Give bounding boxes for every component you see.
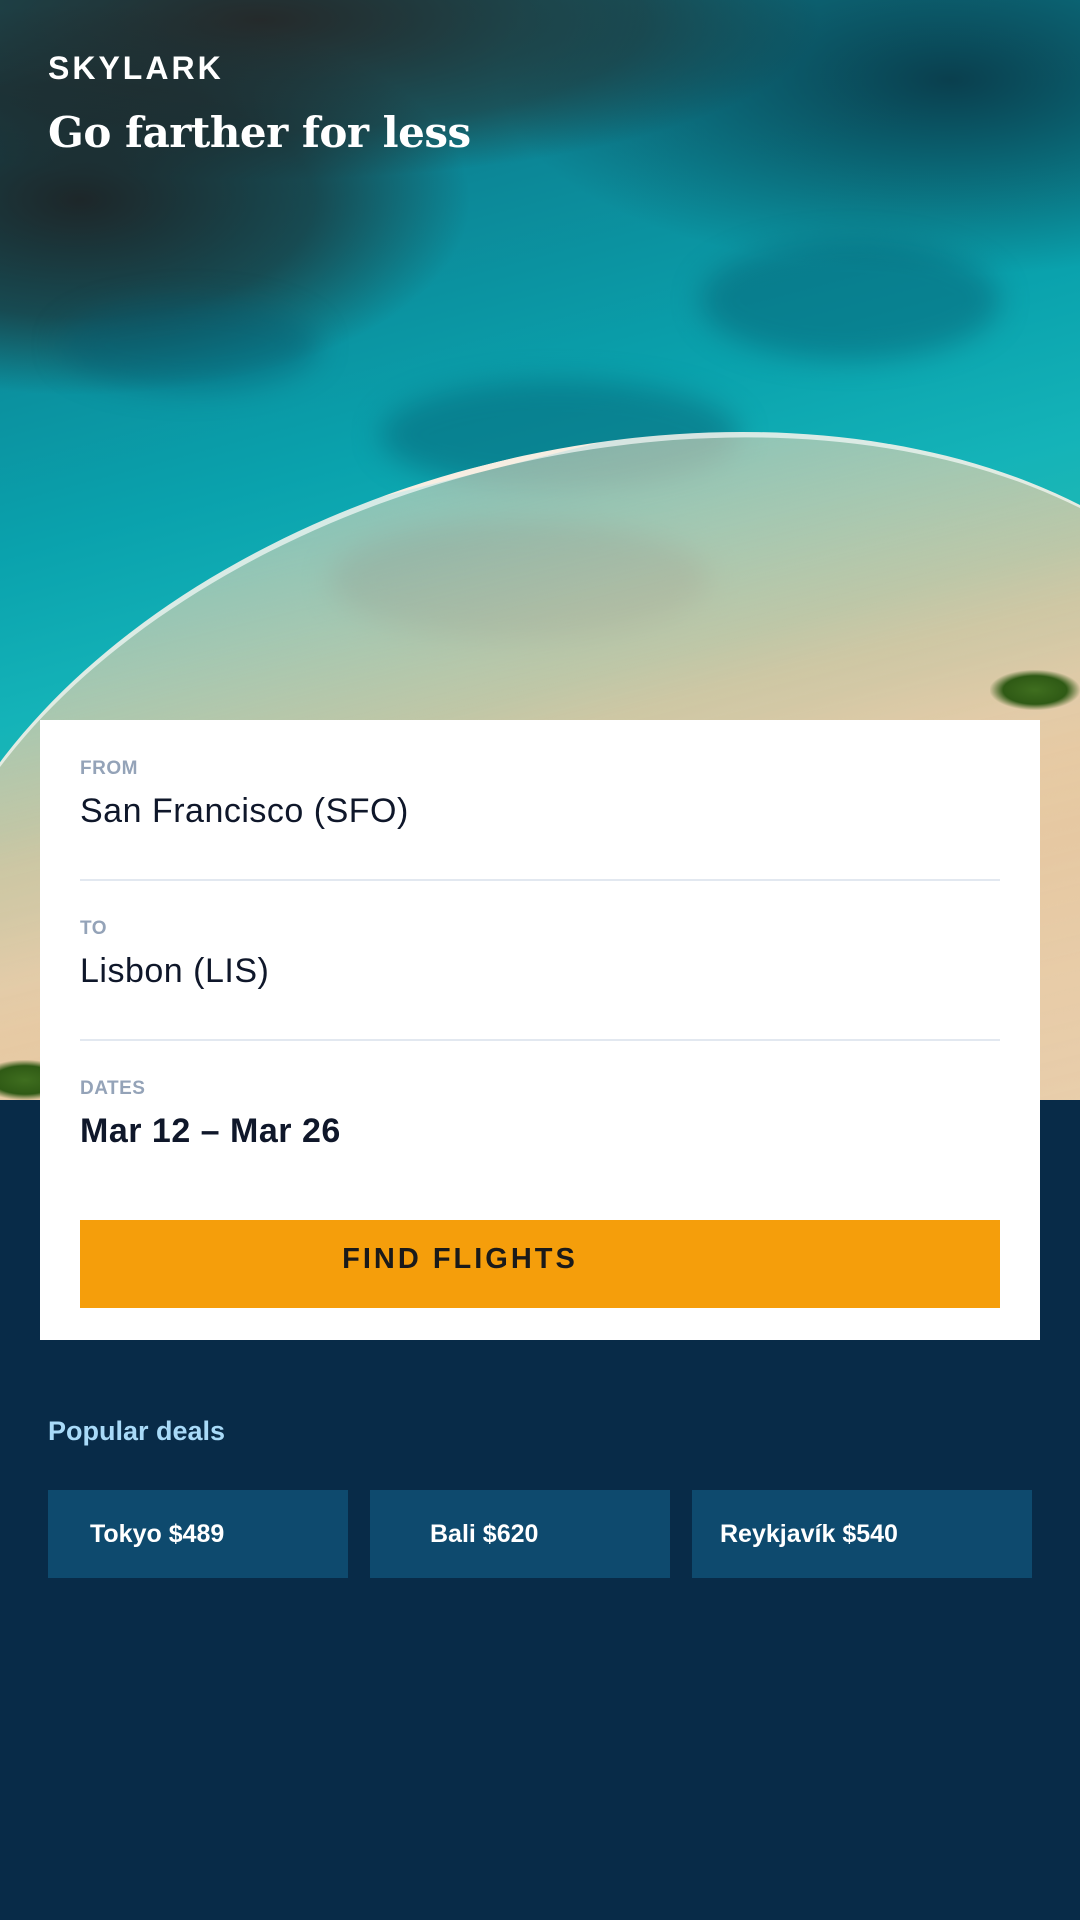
reef-shadow (700, 240, 1000, 360)
deal-card-tokyo[interactable]: Tokyo $489 (48, 1490, 348, 1578)
from-value: San Francisco (SFO) (80, 792, 409, 830)
hero-tagline: Go farther for less (48, 108, 471, 157)
deal-card-bali[interactable]: Bali $620 (370, 1490, 670, 1578)
find-flights-button[interactable]: FIND FLIGHTS (80, 1220, 1000, 1308)
deal-label: Reykjavík $540 (720, 1519, 898, 1548)
dates-field[interactable]: DATES Mar 12 – Mar 26 (80, 1078, 1000, 1151)
deal-label: Tokyo $489 (90, 1519, 225, 1548)
deal-card-reykjavik[interactable]: Reykjavík $540 (692, 1490, 1032, 1578)
from-field[interactable]: FROM San Francisco (SFO) (80, 758, 1000, 831)
brand-logo[interactable]: SKYLARK (48, 50, 224, 87)
reef-shadow (60, 300, 320, 390)
dates-value: Mar 12 – Mar 26 (80, 1112, 341, 1150)
to-field[interactable]: TO Lisbon (LIS) (80, 918, 1000, 991)
deal-label: Bali $620 (430, 1519, 539, 1548)
popular-deals-heading: Popular deals (48, 1416, 226, 1446)
divider (80, 1039, 1000, 1041)
to-value: Lisbon (LIS) (80, 952, 270, 990)
to-label: TO (80, 918, 108, 939)
from-label: FROM (80, 758, 138, 779)
dates-label: DATES (80, 1078, 146, 1099)
flight-search-card: FROM San Francisco (SFO) TO Lisbon (LIS)… (40, 720, 1040, 1340)
palm-tree (990, 670, 1080, 710)
divider (80, 879, 1000, 881)
